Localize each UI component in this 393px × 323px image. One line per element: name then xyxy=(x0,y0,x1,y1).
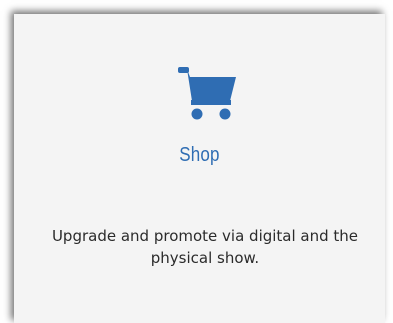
card-title[interactable]: Shop xyxy=(42,144,357,167)
shop-card[interactable]: Shop Upgrade and promote via digital and… xyxy=(14,14,385,323)
card-description: Upgrade and promote via digital and the … xyxy=(51,227,359,267)
shopping-cart-icon xyxy=(176,65,240,121)
